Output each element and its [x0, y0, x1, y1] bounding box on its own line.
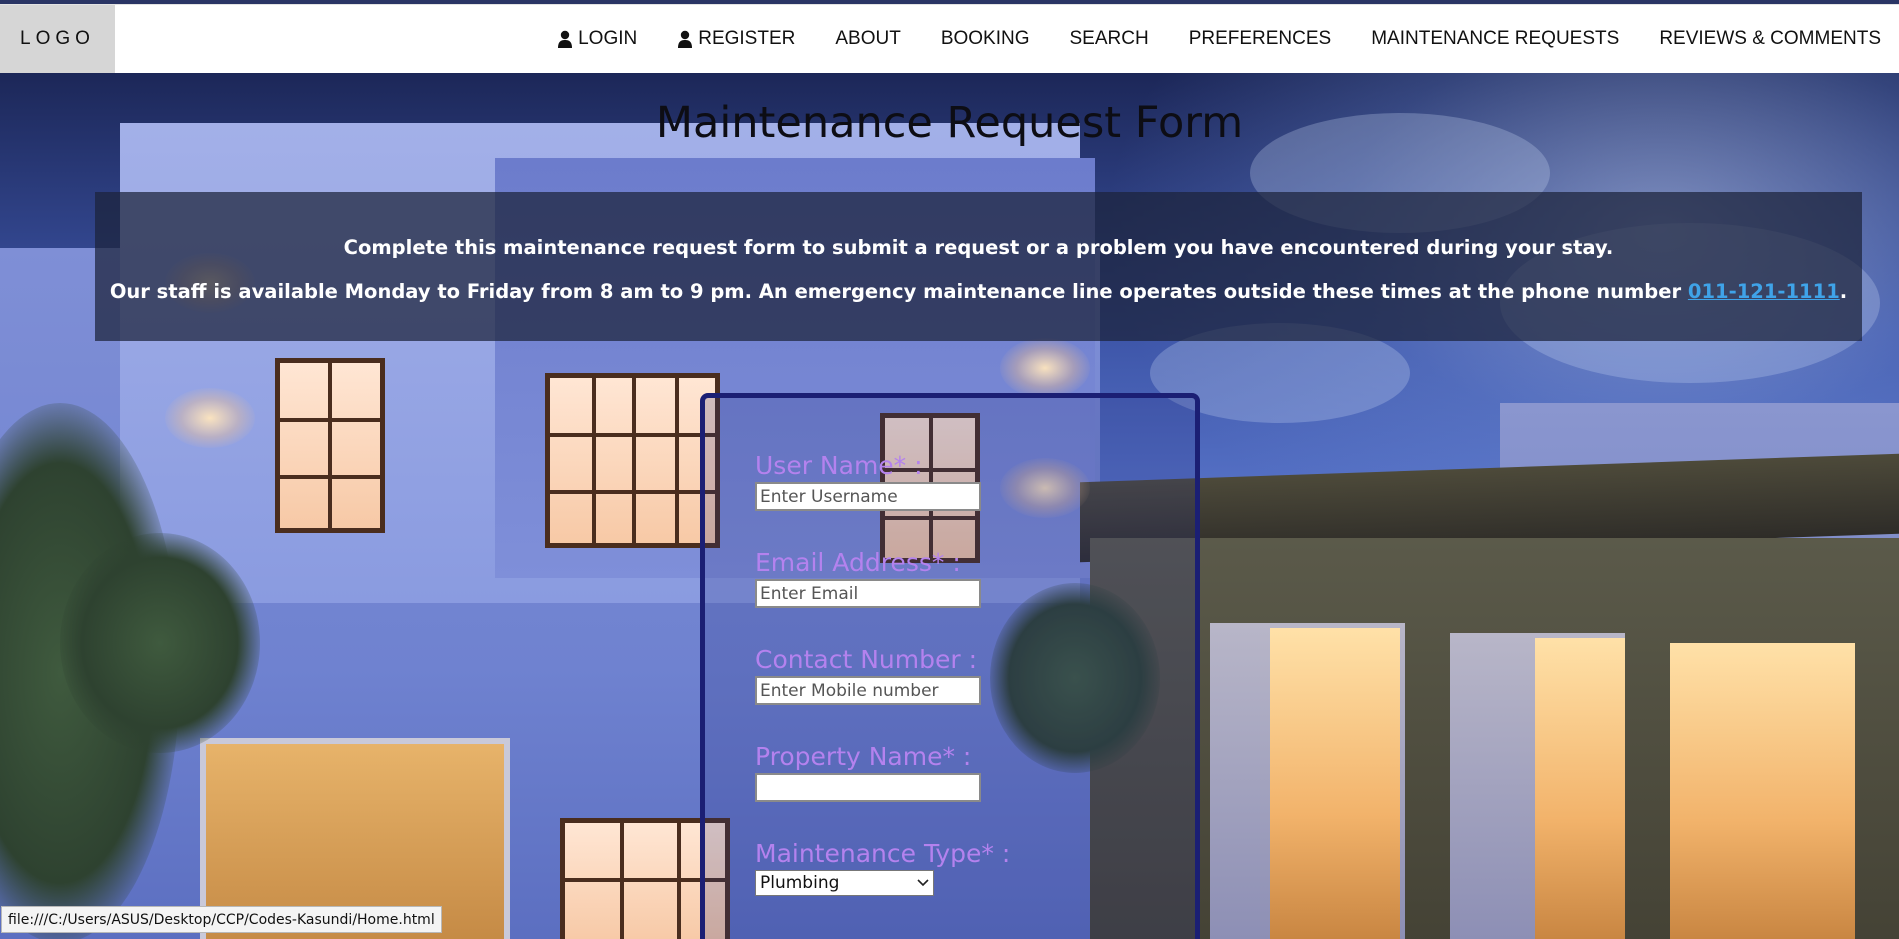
contact-field-group: Contact Number :: [755, 645, 981, 705]
email-label: Email Address* :: [755, 548, 961, 577]
property-name-label: Property Name* :: [755, 742, 972, 771]
nav-search-link[interactable]: SEARCH: [1050, 5, 1169, 73]
maintenance-type-select[interactable]: Plumbing: [755, 870, 934, 896]
info-text-hours: Our staff is available Monday to Friday …: [95, 280, 1862, 303]
property-field-group: Property Name* :: [755, 742, 981, 802]
nav-login-link[interactable]: LOGIN: [537, 5, 657, 73]
info-text-end: .: [1839, 280, 1848, 303]
user-icon: [678, 30, 693, 48]
property-name-input[interactable]: [755, 773, 981, 802]
username-input[interactable]: [755, 482, 981, 511]
nav-booking-link[interactable]: BOOKING: [921, 5, 1050, 73]
contact-label: Contact Number :: [755, 645, 978, 674]
page-title: Maintenance Request Form: [655, 98, 1244, 148]
maintenance-type-label: Maintenance Type* :: [755, 839, 1011, 868]
nav-register-label: REGISTER: [698, 28, 796, 49]
chevron-down-icon: [917, 879, 929, 887]
username-field-group: User Name* :: [755, 451, 981, 511]
nav-login-label: LOGIN: [578, 28, 638, 49]
main-nav: LOGIN REGISTER ABOUT BOOKING SEARCH PREF…: [537, 5, 1899, 73]
top-navigation-bar: LOGO LOGIN REGISTER ABOUT BOOKING SEARCH…: [0, 4, 1899, 73]
nav-about-link[interactable]: ABOUT: [815, 5, 920, 73]
info-panel: Complete this maintenance request form t…: [95, 192, 1862, 341]
maintenance-type-selected-value: Plumbing: [760, 873, 840, 893]
nav-preferences-link[interactable]: PREFERENCES: [1169, 5, 1352, 73]
browser-status-url: file:///C:/Users/ASUS/Desktop/CCP/Codes-…: [1, 906, 442, 933]
emergency-phone-link[interactable]: 011-121-1111: [1688, 280, 1840, 303]
info-text-hours-body: Our staff is available Monday to Friday …: [109, 280, 1688, 303]
site-logo[interactable]: LOGO: [0, 5, 115, 73]
maintenance-request-form: User Name* : Email Address* : Contact Nu…: [700, 393, 1200, 939]
nav-maintenance-requests-link[interactable]: MAINTENANCE REQUESTS: [1351, 5, 1639, 73]
username-label: User Name* :: [755, 451, 923, 480]
maintenance-type-field-group: Maintenance Type* : Plumbing: [755, 839, 1010, 896]
nav-register-link[interactable]: REGISTER: [657, 5, 815, 73]
info-text-intro: Complete this maintenance request form t…: [343, 236, 1614, 259]
email-field-group: Email Address* :: [755, 548, 981, 608]
user-icon: [558, 30, 573, 48]
contact-number-input[interactable]: [755, 676, 981, 705]
email-input[interactable]: [755, 579, 981, 608]
nav-reviews-comments-link[interactable]: REVIEWS & COMMENTS: [1639, 5, 1899, 73]
